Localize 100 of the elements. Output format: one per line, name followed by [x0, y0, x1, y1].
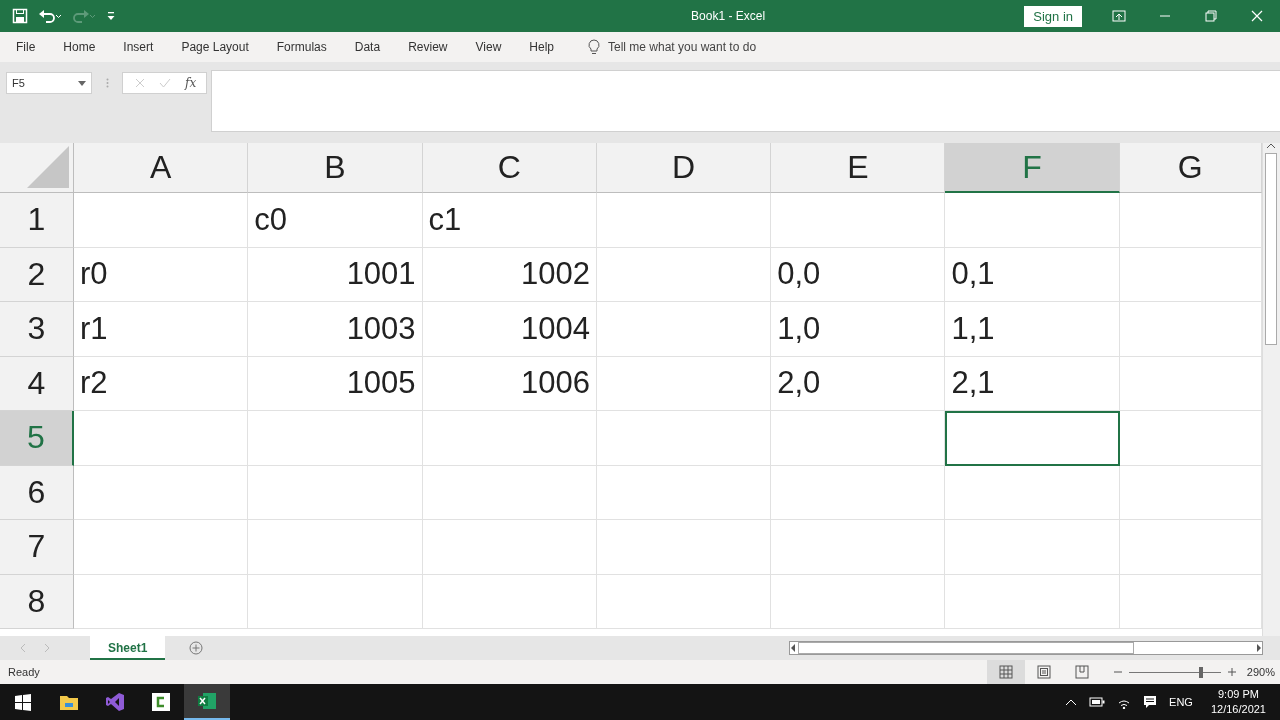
enter-check-icon[interactable]: [159, 78, 171, 88]
previous-sheet-icon[interactable]: [20, 644, 26, 652]
table-cell[interactable]: [596, 465, 772, 520]
table-cell[interactable]: [596, 574, 772, 629]
new-sheet-icon[interactable]: [189, 641, 204, 655]
scroll-right-icon[interactable]: [1256, 644, 1263, 652]
table-cell[interactable]: r0: [74, 247, 249, 302]
table-cell[interactable]: [596, 193, 772, 248]
table-cell[interactable]: [771, 574, 946, 629]
table-cell[interactable]: [945, 465, 1120, 520]
table-cell[interactable]: [596, 302, 772, 357]
insert-function-button[interactable]: fx: [185, 76, 197, 90]
table-cell[interactable]: 1,1: [945, 302, 1120, 357]
table-cell[interactable]: [74, 411, 249, 466]
customize-icon[interactable]: [106, 10, 116, 22]
restore-icon[interactable]: [1204, 9, 1218, 23]
column-header[interactable]: E: [771, 143, 946, 193]
table-cell[interactable]: [422, 411, 597, 466]
zoom-slider-thumb[interactable]: [1198, 666, 1203, 678]
ribbon-tab[interactable]: Page Layout: [173, 40, 257, 54]
ribbon-tab[interactable]: Data: [346, 40, 389, 54]
code-editor-icon[interactable]: [105, 692, 125, 712]
table-cell[interactable]: [422, 520, 597, 575]
clock-date[interactable]: 12/16/2021: [1210, 702, 1266, 717]
undo-icon[interactable]: [38, 8, 62, 24]
table-cell[interactable]: [248, 520, 423, 575]
table-cell[interactable]: 1003: [248, 302, 423, 357]
show-hidden-icons-icon[interactable]: [1065, 698, 1078, 706]
tell-me-search[interactable]: Tell me what you want to do: [608, 40, 757, 54]
column-header[interactable]: F: [945, 143, 1120, 193]
row-header[interactable]: 1: [0, 193, 74, 248]
table-cell[interactable]: [596, 247, 772, 302]
table-cell[interactable]: [945, 193, 1120, 248]
dropdown-caret-icon[interactable]: [78, 80, 86, 86]
table-cell[interactable]: [771, 520, 946, 575]
table-cell[interactable]: 2,0: [771, 356, 946, 411]
table-cell[interactable]: r1: [74, 302, 249, 357]
table-cell[interactable]: [248, 465, 423, 520]
sheet-tab[interactable]: Sheet1: [90, 636, 166, 660]
select-all-icon[interactable]: [27, 146, 69, 188]
table-cell[interactable]: [596, 411, 772, 466]
table-cell[interactable]: [1119, 356, 1262, 411]
ribbon-tab[interactable]: File: [8, 40, 44, 54]
table-cell[interactable]: [248, 411, 423, 466]
scroll-up-icon[interactable]: [1267, 143, 1276, 149]
table-cell[interactable]: [74, 193, 249, 248]
ribbon-display-icon[interactable]: [1112, 9, 1126, 23]
table-cell[interactable]: 1005: [248, 356, 423, 411]
table-cell[interactable]: 1001: [248, 247, 423, 302]
row-header[interactable]: 4: [0, 356, 74, 411]
formula-input[interactable]: [211, 70, 1280, 132]
zoom-in-icon[interactable]: [1226, 667, 1237, 677]
table-cell[interactable]: [771, 465, 946, 520]
table-cell[interactable]: r2: [74, 356, 249, 411]
selected-cell[interactable]: [945, 411, 1120, 466]
table-cell[interactable]: 1002: [422, 247, 597, 302]
name-box[interactable]: F5: [6, 72, 92, 94]
row-header[interactable]: 2: [0, 247, 74, 302]
ribbon-tab[interactable]: Formulas: [268, 40, 335, 54]
table-cell[interactable]: [248, 574, 423, 629]
clock-time[interactable]: 9:09 PM: [1210, 687, 1266, 702]
ribbon-tab[interactable]: Insert: [115, 40, 162, 54]
table-cell[interactable]: [1119, 247, 1262, 302]
sign-in-button[interactable]: Sign in: [1024, 5, 1082, 27]
ribbon-tab[interactable]: Home: [55, 40, 104, 54]
table-cell[interactable]: [945, 520, 1120, 575]
ribbon-tab[interactable]: Review: [400, 40, 456, 54]
table-cell[interactable]: [1119, 520, 1262, 575]
table-cell[interactable]: [74, 574, 249, 629]
row-header[interactable]: 5: [0, 411, 74, 466]
table-cell[interactable]: 0,0: [771, 247, 946, 302]
table-cell[interactable]: [1119, 193, 1262, 248]
table-cell[interactable]: 1006: [422, 356, 597, 411]
table-cell[interactable]: [1119, 302, 1262, 357]
table-cell[interactable]: [945, 574, 1120, 629]
table-cell[interactable]: [422, 574, 597, 629]
language-indicator[interactable]: ENG: [1169, 696, 1193, 708]
windows-icon[interactable]: [13, 692, 33, 712]
next-sheet-icon[interactable]: [44, 644, 50, 652]
table-cell[interactable]: [1119, 465, 1262, 520]
row-header[interactable]: 8: [0, 574, 74, 629]
ribbon-tab[interactable]: View: [467, 40, 510, 54]
battery-icon[interactable]: [1089, 697, 1106, 707]
table-cell[interactable]: 2,1: [945, 356, 1120, 411]
column-header[interactable]: C: [422, 143, 597, 193]
table-cell[interactable]: [422, 465, 597, 520]
table-cell[interactable]: [771, 411, 946, 466]
table-cell[interactable]: [1119, 411, 1262, 466]
table-cell[interactable]: [74, 465, 249, 520]
ribbon-tab[interactable]: Help: [521, 40, 562, 54]
table-cell[interactable]: [1119, 574, 1262, 629]
view-button[interactable]: [986, 660, 1025, 684]
row-header[interactable]: 6: [0, 465, 74, 520]
table-cell[interactable]: c0: [248, 193, 423, 248]
column-header[interactable]: A: [74, 143, 249, 193]
close-icon[interactable]: [1250, 9, 1264, 23]
table-cell[interactable]: 0,1: [945, 247, 1120, 302]
spreadsheet-icon[interactable]: [197, 691, 217, 711]
table-cell[interactable]: 1,0: [771, 302, 946, 357]
notifications-icon[interactable]: [1143, 695, 1158, 709]
